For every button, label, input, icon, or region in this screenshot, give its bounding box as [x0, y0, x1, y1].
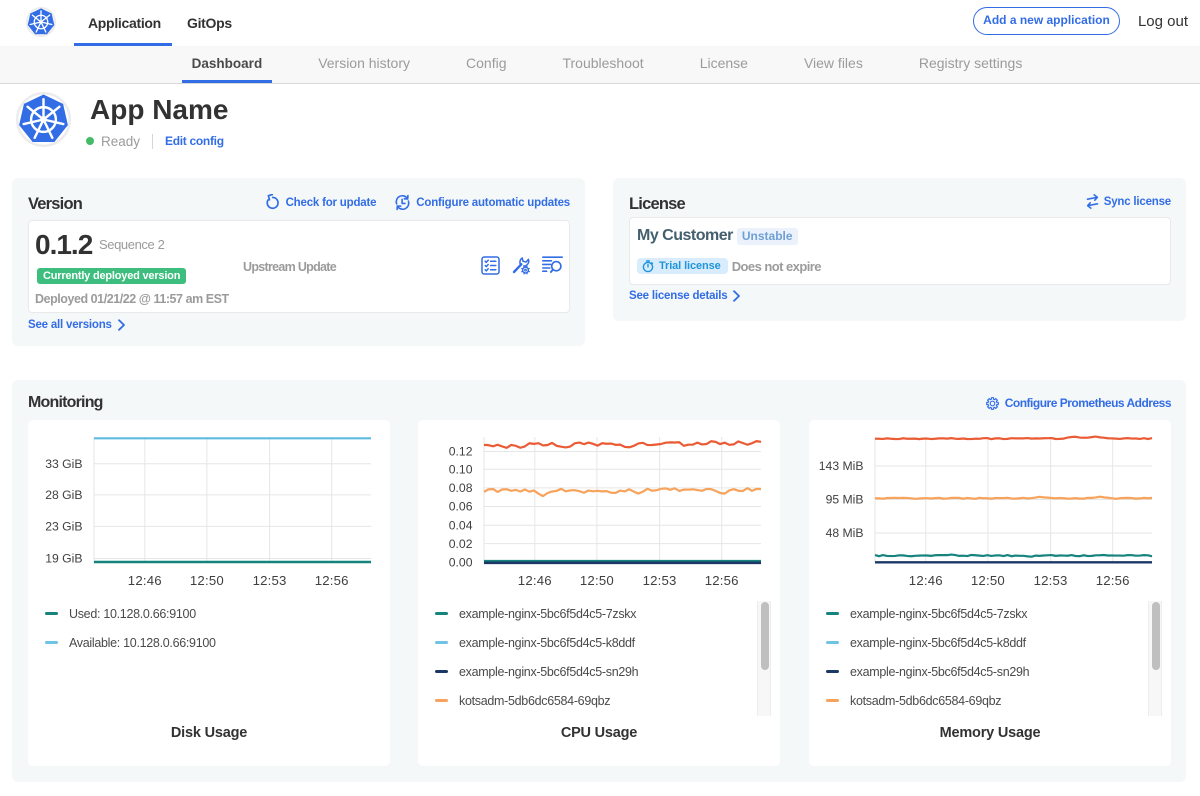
svg-text:95 MiB: 95 MiB [826, 493, 864, 507]
svg-text:12:46: 12:46 [518, 573, 552, 588]
svg-text:12:56: 12:56 [1096, 573, 1130, 588]
svg-text:12:46: 12:46 [128, 573, 162, 588]
svg-text:12:56: 12:56 [705, 573, 739, 588]
svg-text:23 GiB: 23 GiB [45, 520, 82, 534]
svg-text:0.00: 0.00 [449, 555, 473, 569]
svg-text:33 GiB: 33 GiB [45, 457, 82, 471]
svg-text:0.02: 0.02 [449, 537, 473, 551]
svg-text:19 GiB: 19 GiB [45, 552, 82, 566]
svg-text:28 GiB: 28 GiB [45, 488, 82, 502]
svg-text:0.10: 0.10 [449, 462, 473, 476]
svg-text:12:50: 12:50 [971, 573, 1005, 588]
svg-text:12:56: 12:56 [315, 573, 349, 588]
svg-text:12:53: 12:53 [643, 573, 677, 588]
svg-text:0.06: 0.06 [449, 500, 473, 514]
svg-text:143 MiB: 143 MiB [819, 459, 864, 473]
svg-text:0.08: 0.08 [449, 481, 473, 495]
svg-text:12:50: 12:50 [580, 573, 614, 588]
svg-text:12:46: 12:46 [909, 573, 943, 588]
svg-text:12:50: 12:50 [190, 573, 224, 588]
svg-text:48 MiB: 48 MiB [826, 526, 864, 540]
svg-text:0.12: 0.12 [449, 445, 473, 459]
svg-text:12:53: 12:53 [1034, 573, 1068, 588]
svg-text:0.04: 0.04 [449, 518, 473, 532]
svg-text:12:53: 12:53 [253, 573, 287, 588]
